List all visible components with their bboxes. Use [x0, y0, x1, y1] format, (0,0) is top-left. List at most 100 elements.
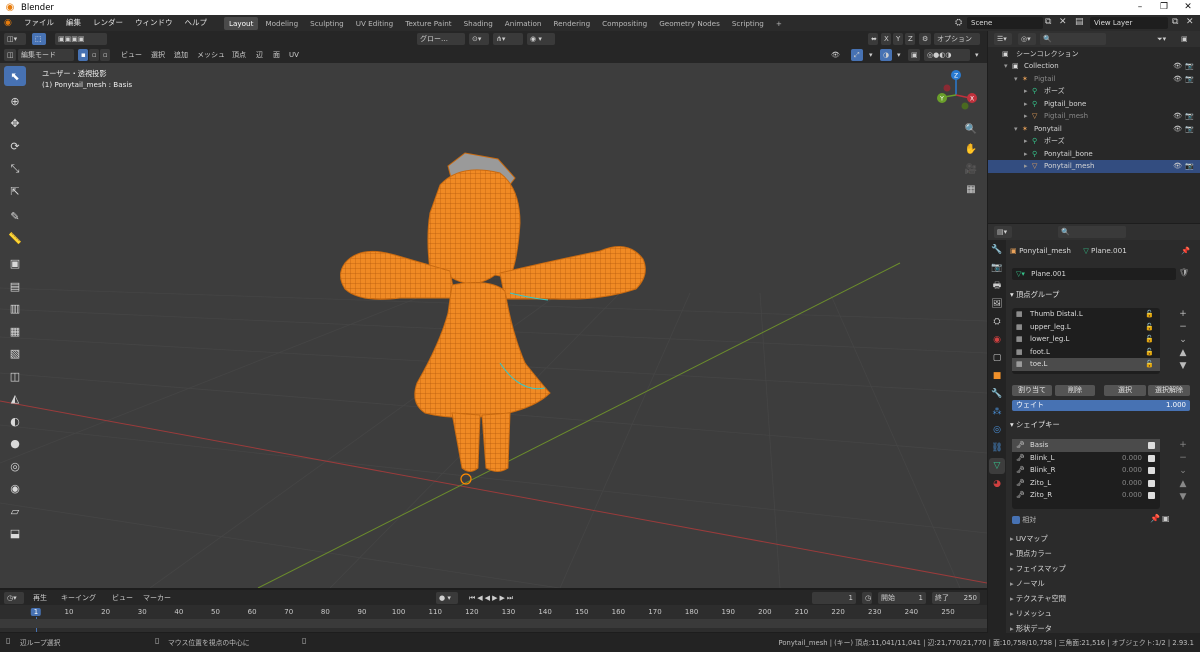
expand-arrow-icon[interactable]: ▾ [1004, 60, 1008, 73]
edge-slide-icon[interactable]: ◎ [4, 456, 26, 476]
tool-settings-icon[interactable]: ⚙ [919, 33, 931, 45]
delete-scene-icon[interactable]: ✕ [1059, 17, 1067, 27]
bevel-icon[interactable]: ▦ [4, 321, 26, 341]
spin-icon[interactable]: ◐ [4, 411, 26, 431]
outliner-row[interactable]: ▸ ⚲ Pigtail_bone [988, 98, 1200, 111]
expand-arrow-icon[interactable]: ▸ [1024, 85, 1028, 98]
shape-key-menu-icon[interactable]: ⌄ [1176, 465, 1190, 478]
vertex-group-menu-icon[interactable]: ⌄ [1176, 334, 1190, 347]
deselect-button[interactable]: 選択解除 [1148, 385, 1190, 396]
filter-icon[interactable]: ⏷▾ [1154, 33, 1172, 45]
workspace-tab-scripting[interactable]: Scripting [727, 17, 769, 30]
vertex-group-item[interactable]: ▦ toe.L 🔓 [1012, 358, 1160, 371]
shape-key-down-icon[interactable]: ▼ [1176, 491, 1190, 504]
axis-y-button[interactable]: Y [893, 33, 903, 45]
measure-icon[interactable]: 📏 [4, 229, 26, 249]
scale-icon[interactable]: ⤡ [4, 159, 26, 179]
mesh-data-tab-icon[interactable]: ▽ [989, 458, 1005, 474]
visibility-eye-icon[interactable]: 👁 [1173, 110, 1182, 123]
collection-tab-icon[interactable]: ▢ [989, 350, 1005, 366]
rip-icon[interactable]: ⬓ [4, 524, 26, 544]
loop-cut-icon[interactable]: ▧ [4, 344, 26, 364]
shape-key-checkbox[interactable] [1148, 479, 1155, 487]
navigation-gizmo[interactable]: Z X Y [930, 67, 982, 119]
vertex-group-item[interactable]: ▦ foot.L 🔓 [1012, 346, 1160, 359]
workspace-tab-geometry-nodes[interactable]: Geometry Nodes [654, 17, 725, 30]
menu-render[interactable]: レンダー [87, 15, 129, 31]
shading-dropdown-icon[interactable]: ▾ [972, 49, 982, 61]
shape-key-item[interactable]: 🗝 Blink_R 0.000 [1012, 464, 1160, 477]
render-tab-icon[interactable]: 📷 [989, 260, 1005, 276]
cursor-3d-icon[interactable]: ⊕ [4, 91, 26, 111]
blender-menu-icon[interactable]: ◉ [4, 18, 18, 28]
new-view-layer-icon[interactable]: ⧉ [1172, 17, 1178, 27]
gizmo-dropdown-icon[interactable]: ▾ [866, 49, 876, 61]
expand-arrow-icon[interactable]: ▾ [1014, 123, 1018, 136]
gizmo-icon[interactable]: ⤢ [851, 49, 863, 61]
editor-type-icon[interactable]: ◫▾ [4, 33, 26, 45]
current-frame-field[interactable]: 1 [812, 592, 856, 604]
weight-slider[interactable]: ウェイト 1.000 [1012, 400, 1190, 411]
outliner-search-input[interactable]: 🔍 [1040, 33, 1106, 45]
add-vertex-group-icon[interactable]: + [1176, 308, 1190, 321]
properties-subpanel[interactable]: ▸ 形状データ [1010, 622, 1196, 636]
shape-key-value[interactable]: 0.000 [1122, 452, 1142, 465]
move-icon[interactable]: ✥ [4, 114, 26, 134]
expand-arrow-icon[interactable]: ▸ [1024, 135, 1028, 148]
render-camera-icon[interactable]: 📷 [1185, 73, 1194, 86]
assign-button[interactable]: 割り当て [1012, 385, 1052, 396]
overlays-icon[interactable]: ◑ [880, 49, 892, 61]
transform-orientation-dropdown[interactable]: グロー… [417, 33, 465, 45]
workspace-tab-compositing[interactable]: Compositing [597, 17, 652, 30]
edge-select-icon[interactable]: ▫ [89, 49, 99, 61]
shape-keys-header[interactable]: ▾ シェイプキー [1010, 418, 1196, 431]
close-button[interactable]: ✕ [1176, 0, 1200, 15]
character-mesh[interactable] [340, 152, 646, 472]
timeline-body[interactable]: 1 10 20 30 40 50 60 70 80 90 100 110 120 130 140 150 160… [0, 605, 987, 632]
rotate-icon[interactable]: ⟳ [4, 136, 26, 156]
display-mode-icon[interactable]: ◎▾ [1018, 33, 1036, 45]
lock-icon[interactable]: 🔓 [1145, 346, 1154, 359]
new-scene-icon[interactable]: ⧉ [1045, 17, 1051, 27]
shape-key-value[interactable]: 0.000 [1122, 477, 1142, 490]
shape-key-item[interactable]: 🗝 Zito_L 0.000 [1012, 477, 1160, 490]
face-select-icon[interactable]: ▫ [100, 49, 110, 61]
menu-mesh[interactable]: メッシュ [194, 49, 228, 61]
workspace-tab-uv-editing[interactable]: UV Editing [351, 17, 399, 30]
properties-subpanel[interactable]: ▸ UVマップ [1010, 532, 1196, 546]
lock-icon[interactable]: 🔓 [1145, 308, 1154, 321]
outliner-row[interactable]: ▸ ▽ Pigtail_mesh 👁 📷 [988, 110, 1200, 123]
view-layer-tab-icon[interactable]: 🖼 [989, 296, 1005, 312]
timeline-editor-icon[interactable]: ◷▾ [4, 592, 24, 604]
workspace-tab-texture-paint[interactable]: Texture Paint [400, 17, 456, 30]
particles-tab-icon[interactable]: ⁂ [989, 404, 1005, 420]
pin-icon[interactable]: 📌 [1181, 246, 1190, 255]
properties-subpanel[interactable]: ▸ フェイスマップ [1010, 562, 1196, 576]
overlays-dropdown-icon[interactable]: ▾ [894, 49, 904, 61]
fake-user-icon[interactable]: 🛡 [1179, 268, 1189, 277]
menu-keying[interactable]: キーイング [58, 592, 99, 604]
vertex-group-list[interactable]: ▦ Thumb Distal.L 🔓 ▦ upper_leg.L 🔓 ▦ lower_leg.… [1012, 308, 1160, 374]
start-frame-field[interactable]: 開始 1 [878, 592, 926, 604]
expand-arrow-icon[interactable]: ▸ [1024, 110, 1028, 123]
outliner-row[interactable]: ▾ ✶ Ponytail 👁 📷 [988, 123, 1200, 136]
expand-arrow-icon[interactable]: ▸ [1024, 98, 1028, 111]
add-shape-key-icon[interactable]: + [1176, 439, 1190, 452]
end-frame-field[interactable]: 終了 250 [932, 592, 980, 604]
select-button[interactable]: 選択 [1104, 385, 1146, 396]
record-icon[interactable]: ● ▾ [436, 592, 458, 604]
visibility-eye-icon[interactable]: 👁 [1173, 60, 1182, 73]
inset-icon[interactable]: ▥ [4, 299, 26, 319]
vertex-group-item[interactable]: ▦ lower_leg.L 🔓 [1012, 333, 1160, 346]
outliner-row[interactable]: ▾ ▣ Collection 👁 📷 [988, 60, 1200, 73]
properties-search-input[interactable]: 🔍 [1058, 226, 1126, 238]
render-camera-icon[interactable]: 📷 [1185, 160, 1194, 173]
outliner-row[interactable]: ▸ ⚲ ポーズ [988, 135, 1200, 148]
axis-x-button[interactable]: X [881, 33, 891, 45]
menu-file[interactable]: ファイル [18, 15, 60, 31]
smooth-icon[interactable]: ● [4, 434, 26, 454]
options-dropdown[interactable]: オプション [934, 33, 980, 45]
shape-key-value[interactable]: 0.000 [1122, 489, 1142, 502]
cursor-select-icon[interactable]: ⬉ [4, 66, 26, 86]
outliner-row[interactable]: ▸ ⚲ ポーズ [988, 85, 1200, 98]
